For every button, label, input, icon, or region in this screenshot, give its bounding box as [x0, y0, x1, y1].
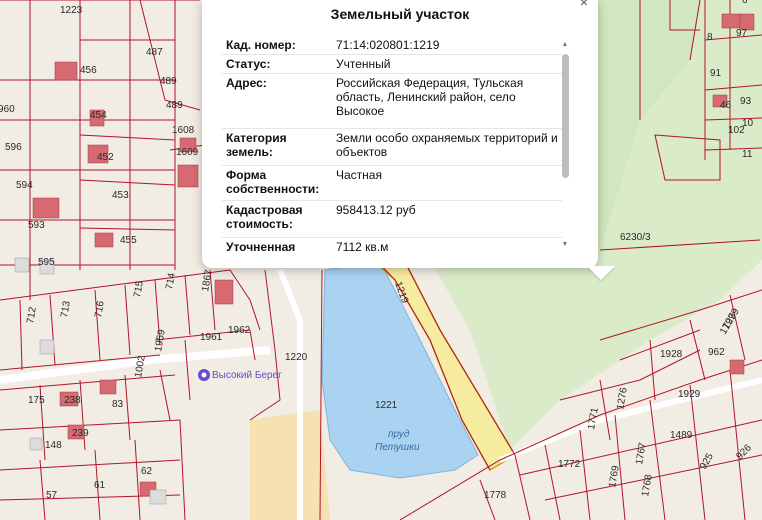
plot-label: 1961 — [200, 332, 223, 343]
plot-label: 1778 — [484, 490, 507, 501]
info-row: Статус: Учтенный — [222, 55, 562, 74]
info-row: Кадастровая стоимость: 958413.12 руб — [222, 201, 562, 238]
plot-label: 596 — [5, 142, 22, 153]
popup-title: Земельный участок — [330, 6, 470, 22]
info-value: 7112 кв.м — [336, 240, 389, 254]
plot-label: 456 — [80, 65, 97, 76]
info-row: Кад. номер: 71:14:020801:1219 — [222, 36, 562, 55]
plot-label: 1928 — [660, 349, 683, 360]
plot-label: 962 — [708, 347, 725, 358]
info-table[interactable]: Кад. номер: 71:14:020801:1219 Статус: Учтен… — [222, 36, 562, 254]
plot-label: 454 — [90, 110, 107, 121]
plot-label: 97 — [736, 28, 748, 39]
plot-label: 1929 — [678, 389, 701, 400]
info-key: Кадастровая стоимость: — [226, 203, 303, 231]
plot-label: 489 — [166, 100, 183, 111]
plot-label: 83 — [112, 399, 124, 410]
plot-label: 8 — [707, 32, 713, 43]
info-key: Категория земель: — [226, 131, 287, 159]
info-row: Адрес: Российская Федерация, Тульская обл… — [222, 74, 562, 129]
plot-label: 62 — [141, 466, 153, 477]
info-value: Земли особо охраняемых территорий и объе… — [336, 131, 558, 159]
info-key: Форма собственности: — [226, 168, 320, 196]
plot-label: 239 — [72, 428, 89, 439]
info-value: 958413.12 руб — [336, 203, 416, 217]
plot-label: 61 — [94, 480, 106, 491]
close-icon[interactable]: × — [576, 0, 592, 10]
plot-label: 1221 — [375, 400, 398, 411]
plot-label: 93 — [740, 96, 752, 107]
info-value: 71:14:020801:1219 — [336, 38, 440, 52]
info-key: Статус: — [226, 57, 271, 71]
plot-label: 452 — [97, 152, 114, 163]
info-key: Адрес: — [226, 76, 267, 90]
info-key: Кад. номер: — [226, 38, 296, 52]
plot-label: 487 — [146, 47, 163, 58]
plot-label: 595 — [38, 257, 55, 268]
info-value: Российская Федерация, Тульская область, … — [336, 76, 524, 118]
plot-label: 593 — [28, 220, 45, 231]
plot-label: 1609 — [176, 147, 199, 158]
scroll-down-arrow-icon[interactable]: ▼ — [560, 240, 570, 250]
sand-area — [250, 410, 330, 520]
scroll-thumb[interactable] — [562, 54, 569, 178]
info-value: Учтенный — [336, 57, 391, 71]
place-marker-inner — [201, 372, 207, 378]
plot-label: 175 — [28, 395, 45, 406]
plot-label: 1772 — [558, 459, 581, 470]
plot-label: 455 — [120, 235, 137, 246]
info-key: Уточненная площадь: — [226, 240, 296, 254]
plot-label: 46 — [720, 100, 732, 111]
plot-label: 238 — [64, 395, 81, 406]
plot-label: 1220 — [285, 352, 308, 363]
plot-label: 57 — [46, 490, 58, 501]
water-name-line1: пруд — [388, 429, 410, 440]
plot-label: 1223 — [60, 5, 83, 16]
plot-label: 6 — [742, 0, 748, 6]
scrollbar[interactable]: ▲ ▼ — [560, 40, 570, 250]
plot-label: 1962 — [228, 325, 251, 336]
info-row: Форма собственности: Частная — [222, 166, 562, 201]
place-name[interactable]: Высокий Берег — [212, 370, 282, 381]
water-name-line2: Петушки — [375, 442, 420, 453]
plot-label: 960 — [0, 104, 15, 115]
info-row: Категория земель: Земли особо охраняемых … — [222, 129, 562, 166]
info-value: Частная — [336, 168, 382, 182]
plot-label: 148 — [45, 440, 62, 451]
plot-label: 91 — [710, 68, 722, 79]
plot-label: 453 — [112, 190, 129, 201]
parcel-info-popup: Земельный участок × Кад. номер: 71:14:020… — [202, 0, 615, 280]
info-row: Уточненная площадь: 7112 кв.м — [222, 238, 562, 254]
plot-label: 594 — [16, 180, 33, 191]
plot-label: 11 — [742, 149, 753, 160]
scroll-up-arrow-icon[interactable]: ▲ — [560, 40, 570, 50]
plot-label: 1608 — [172, 125, 195, 136]
plot-label: 6230/3 — [620, 232, 651, 243]
plot-label: 489 — [160, 76, 177, 87]
plot-label: 1489 — [670, 430, 693, 441]
popup-pointer — [587, 266, 615, 280]
plot-label: 10 — [742, 118, 754, 129]
